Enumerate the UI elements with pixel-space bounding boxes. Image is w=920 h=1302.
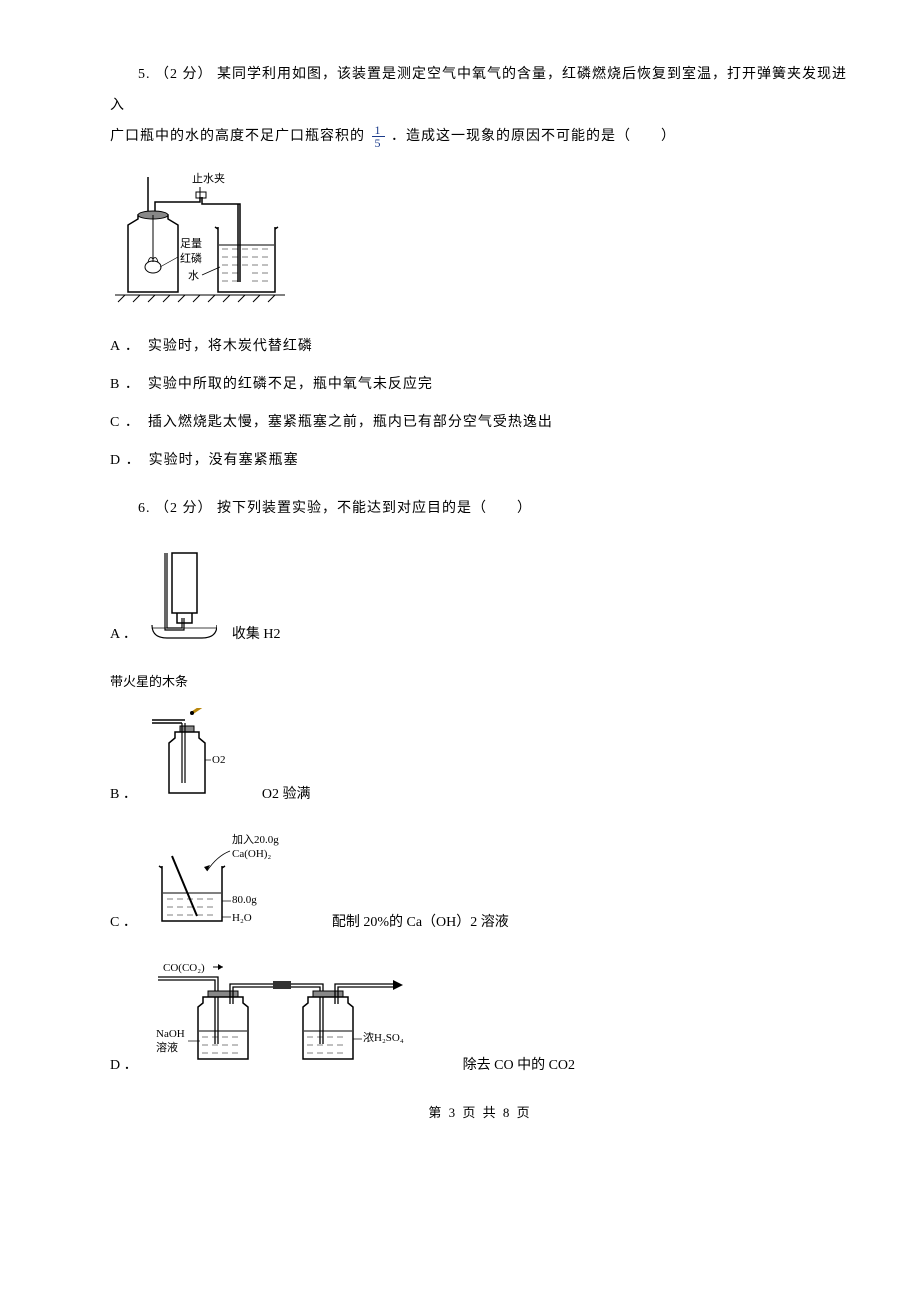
option-text: 除去 CO 中的 CO2 xyxy=(463,1054,575,1074)
q6-option-c: C ． 加入20.0g Ca(OH)₂ 80.0g H₂O 配制 20%的 Ca xyxy=(110,831,850,931)
fraction-den: 5 xyxy=(372,137,385,149)
phosphorus-label1: 足量 xyxy=(180,237,202,250)
option-text: 插入燃烧匙太慢，塞紧瓶塞之前，瓶内已有部分空气受热逸出 xyxy=(148,411,553,431)
q5-options: A ． 实验时，将木炭代替红磷 B ． 实验中所取的红磷不足，瓶中氧气未反应完 … xyxy=(110,335,850,469)
q5-option-b: B ． 实验中所取的红磷不足，瓶中氧气未反应完 xyxy=(110,373,850,393)
caoh2-solution-diagram: 加入20.0g Ca(OH)₂ 80.0g H₂O xyxy=(147,831,317,931)
option-label: B ． xyxy=(110,783,137,803)
option-label: A ． xyxy=(110,623,137,643)
remove-co2-diagram: CO(CO₂) xyxy=(148,959,448,1074)
q5-apparatus-diagram: 止水夹 足量 红磷 水 xyxy=(110,167,290,317)
gas-in-label: CO(CO₂) xyxy=(163,962,205,974)
option-text: 配制 20%的 Ca（OH）2 溶液 xyxy=(332,911,509,931)
q6-number: 6. xyxy=(138,501,151,516)
clamp-label: 止水夹 xyxy=(192,172,225,185)
fraction-num: 1 xyxy=(372,124,385,137)
option-label: C ． xyxy=(110,911,137,931)
q6-points: （2 分） xyxy=(155,501,213,516)
q5-number: 5. xyxy=(138,67,151,82)
option-label: D ． xyxy=(110,449,141,469)
q5-option-a: A ． 实验时，将木炭代替红磷 xyxy=(110,335,850,355)
o2-inner-label: O2 xyxy=(212,754,225,766)
page-footer: 第 3 页 共 8 页 xyxy=(110,1102,850,1121)
option-text: 实验中所取的红磷不足，瓶中氧气未反应完 xyxy=(148,373,433,393)
q5-text1: 某同学利用如图，该装置是测定空气中氧气的含量，红磷燃烧后恢复到室温，打开弹簧夹发… xyxy=(110,67,847,113)
phosphorus-label2: 红磷 xyxy=(180,252,202,265)
q5-line2: 广口瓶中的水的高度不足广口瓶容积的 1 5 ．造成这一现象的原因不可能的是（ ） xyxy=(110,122,850,153)
option-text: O2 验满 xyxy=(262,783,311,803)
h2o-label: H₂O xyxy=(232,912,252,924)
naoh-label2: 溶液 xyxy=(156,1040,178,1054)
caoh-top-label: 加入20.0g xyxy=(232,833,279,846)
q6-option-b-wrapper: 带火星的木条 B ． O2 O2 验满 xyxy=(110,671,850,803)
h2-collection-diagram xyxy=(147,543,217,643)
h2o-mass-label: 80.0g xyxy=(232,894,257,906)
q6-text: 按下列装置实验，不能达到对应目的是（ ） xyxy=(217,501,532,516)
q6-stem: 6. （2 分） 按下列装置实验，不能达到对应目的是（ ） xyxy=(110,494,850,525)
q6-option-d: D ． CO(CO₂) xyxy=(110,959,850,1074)
option-label: C ． xyxy=(110,411,140,431)
q5-points: （2 分） xyxy=(155,67,213,82)
option-label: A ． xyxy=(110,335,140,355)
naoh-label1: NaOH xyxy=(156,1028,185,1040)
q5-option-d: D ． 实验时，没有塞紧瓶塞 xyxy=(110,449,850,469)
q5-text2b: ．造成这一现象的原因不可能的是（ ） xyxy=(391,129,676,144)
glowing-splint-label: 带火星的木条 xyxy=(110,671,850,690)
h2so4-label: 浓H₂SO₄ xyxy=(363,1031,404,1044)
caoh-label: Ca(OH)₂ xyxy=(232,848,271,860)
water-label: 水 xyxy=(188,269,199,282)
option-label: D ． xyxy=(110,1054,138,1074)
fraction-1-5: 1 5 xyxy=(372,124,385,149)
q5-option-c: C ． 插入燃烧匙太慢，塞紧瓶塞之前，瓶内已有部分空气受热逸出 xyxy=(110,411,850,431)
question-5: 5. （2 分） 某同学利用如图，该装置是测定空气中氧气的含量，红磷燃烧后恢复到… xyxy=(110,60,850,152)
option-text: 实验时，没有塞紧瓶塞 xyxy=(149,449,299,469)
option-label: B ． xyxy=(110,373,140,393)
q6-option-b: B ． O2 O2 验满 xyxy=(110,708,850,803)
option-text: 收集 H2 xyxy=(232,623,281,643)
q5-line1: 5. （2 分） 某同学利用如图，该装置是测定空气中氧气的含量，红磷燃烧后恢复到… xyxy=(110,60,850,122)
q5-text2a: 广口瓶中的水的高度不足广口瓶容积的 xyxy=(110,129,365,144)
o2-full-check-diagram: O2 xyxy=(147,708,247,803)
question-6: 6. （2 分） 按下列装置实验，不能达到对应目的是（ ） xyxy=(110,494,850,525)
q6-option-a: A ． 收集 H2 xyxy=(110,543,850,643)
option-text: 实验时，将木炭代替红磷 xyxy=(148,335,313,355)
